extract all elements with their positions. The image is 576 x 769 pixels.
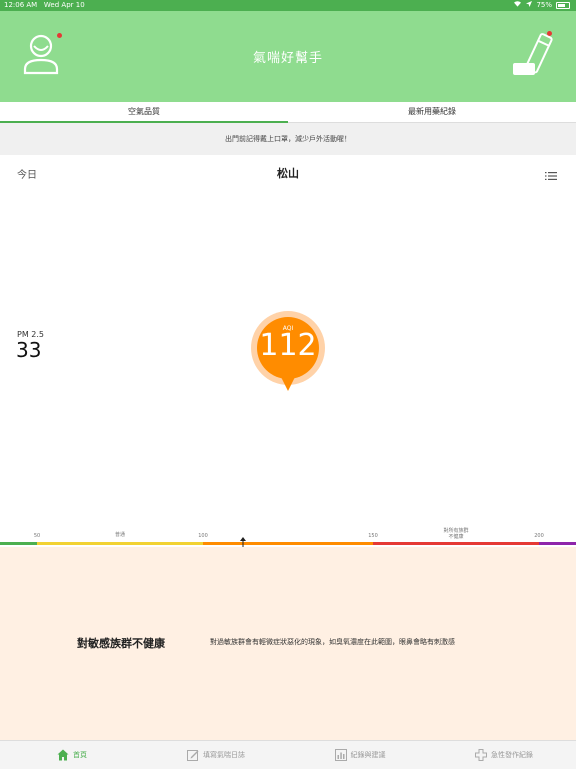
inhaler-icon	[510, 33, 554, 85]
aqi-level-description: 對過敏族群會有輕微症狀惡化的現象，如臭氧濃度在此範圍，眼鼻會略有刺激感	[210, 638, 455, 646]
status-time: 12:06 AM	[4, 1, 38, 9]
nav-records[interactable]: 紀錄與建議	[288, 741, 432, 769]
home-icon	[57, 749, 69, 761]
app-title: 氣喘好幫手	[252, 51, 323, 66]
nav-asthma-diary[interactable]: 填寫氣喘日誌	[144, 741, 288, 769]
notice-banner: 出門前記得戴上口罩，減少戶外活動喔！	[0, 123, 576, 155]
tab-latest-medication[interactable]: 最新用藥紀錄	[288, 102, 576, 122]
notification-dot	[547, 31, 552, 36]
chart-icon	[334, 749, 347, 761]
nav-acute-attack-label: 急性發作紀錄	[491, 751, 533, 759]
nav-acute-attack[interactable]: 急性發作紀錄	[432, 741, 576, 769]
pm25-value: 33	[16, 338, 42, 362]
tab-bar: 空氣品質 最新用藥紀錄	[0, 102, 576, 123]
aqi-level-title: 對敏感族群不健康	[77, 637, 165, 650]
scale-label-moderate: 普通	[114, 532, 126, 538]
cross-icon	[475, 749, 487, 761]
medication-record-button[interactable]	[510, 31, 554, 81]
location-name: 松山	[277, 167, 299, 180]
nav-asthma-diary-label: 填寫氣喘日誌	[203, 751, 245, 759]
scale-segment-sensitive	[203, 542, 373, 545]
aqi-level-panel: 對敏感族群不健康 對過敏族群會有輕微症狀惡化的現象，如臭氧濃度在此範圍，眼鼻會略…	[0, 547, 576, 740]
status-time-date: 12:06 AM Wed Apr 10	[4, 0, 85, 11]
scale-segment-good	[0, 542, 37, 545]
aqi-value: 112	[259, 328, 317, 363]
nav-records-label: 紀錄與建議	[350, 751, 386, 759]
scale-tick-50: 50	[33, 533, 41, 539]
wifi-icon	[513, 0, 522, 11]
station-list-button[interactable]	[545, 166, 557, 180]
list-icon	[545, 166, 557, 185]
scale-segment-moderate	[37, 542, 203, 545]
notification-dot	[57, 33, 62, 38]
edit-icon	[187, 749, 199, 761]
location-arrow-icon	[526, 0, 533, 11]
app-header: 氣喘好幫手	[0, 11, 576, 102]
status-bar: 12:06 AM Wed Apr 10 75%	[0, 0, 576, 11]
status-date: Wed Apr 10	[43, 1, 85, 9]
scale-segment-very-unhealthy	[539, 542, 576, 545]
status-right: 75%	[513, 0, 570, 11]
nav-home[interactable]: 首頁	[0, 741, 144, 769]
scale-tick-100: 100	[198, 533, 208, 539]
scale-tick-150: 150	[368, 533, 378, 539]
nav-home-label: 首頁	[73, 751, 87, 759]
tab-air-quality[interactable]: 空氣品質	[0, 102, 288, 123]
scale-tick-200: 200	[534, 533, 544, 539]
user-icon	[22, 34, 64, 83]
scale-label-unhealthy: 對所有族群 不健康	[443, 528, 469, 540]
scale-segment-unhealthy	[373, 542, 539, 545]
battery-icon	[556, 2, 570, 9]
bottom-nav: 首頁 填寫氣喘日誌 紀錄與建議 急性發作紀錄	[0, 740, 576, 769]
battery-percent: 75%	[536, 1, 552, 9]
